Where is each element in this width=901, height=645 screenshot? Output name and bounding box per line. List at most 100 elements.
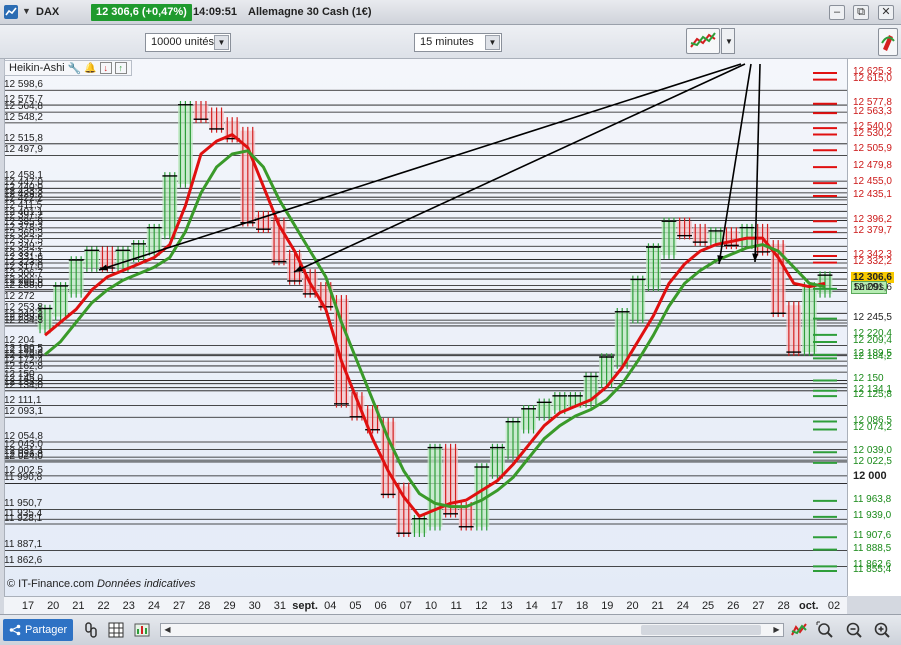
left-price-label: 11 928,1: [4, 512, 43, 524]
time-axis-label: 31: [273, 600, 286, 612]
chevron-down-icon: ▼: [725, 37, 733, 46]
right-price-label: 12 563,3: [853, 106, 892, 118]
time-axis-label: 05: [349, 600, 362, 612]
quantity-select[interactable]: 10000 unités ▼: [145, 33, 231, 52]
right-price-label: 12 184,2: [853, 351, 892, 363]
time-axis-label: 20: [47, 600, 60, 612]
chart-area[interactable]: Heikin-Ashi 🔧 🔔 ↓ ↑ 12 598,6 12 575,7 12 5…: [0, 59, 901, 596]
time-axis-label: 29: [223, 600, 236, 612]
move-down-icon[interactable]: ↓: [99, 62, 112, 74]
right-price-label: 11 963,8: [853, 493, 892, 505]
restore-button[interactable]: ⧉: [853, 5, 869, 20]
zoom-in-icon[interactable]: [873, 621, 891, 639]
link-icon[interactable]: [82, 621, 100, 639]
annotation-arrow: [293, 63, 746, 273]
right-price-label: 12 435,1: [853, 189, 892, 201]
price-change-badge: 12 306,6 (+0,47%): [91, 4, 192, 21]
chart-settings-icon[interactable]: [133, 621, 151, 639]
left-price-label: 12 134,0: [4, 379, 43, 391]
time-axis[interactable]: 17 20 21 22 23 24 27 28 29 30 31 sept. 04 05 06 07 10 11 1…: [4, 596, 847, 614]
time-axis-label: sept.: [292, 600, 318, 612]
left-price-label: 11 862,6: [4, 555, 43, 567]
right-price-label: 12 074,2: [853, 422, 892, 434]
left-price-label: 12 564,8: [4, 101, 43, 113]
time-axis-label: 26: [727, 600, 740, 612]
time-axis-label: 30: [248, 600, 261, 612]
time-axis-label: 06: [374, 600, 387, 612]
app-logo-icon[interactable]: [4, 5, 18, 19]
right-price-label: 12 039,0: [853, 445, 892, 457]
title-bar: ▼ DAX 12 306,6 (+0,47%) 14:09:51 Allemag…: [0, 0, 901, 25]
right-price-label: 11 855,4: [853, 564, 892, 575]
right-price-label: 12 000: [853, 470, 887, 483]
indicator-header[interactable]: Heikin-Ashi 🔧 🔔 ↓ ↑: [4, 60, 132, 76]
instrument-name: Allemagne 30 Cash (1€): [248, 6, 372, 18]
minimize-button[interactable]: –: [829, 5, 845, 20]
clock-time: 14:09:51: [193, 6, 238, 18]
time-axis-label: 11: [450, 600, 462, 612]
time-axis-label: 04: [324, 600, 337, 612]
right-price-label: 12 379,7: [853, 224, 892, 236]
time-axis-label: 24: [676, 600, 689, 612]
right-price-label: 12 125,8: [853, 389, 892, 401]
scroll-right-icon[interactable]: ▶: [770, 624, 783, 636]
time-axis-label: 25: [701, 600, 715, 612]
left-price-label: 12 111,1: [4, 394, 42, 406]
grid-table-icon[interactable]: [107, 621, 125, 639]
left-price-label: 11 990,8: [4, 472, 43, 484]
annotation-arrowhead: [752, 253, 759, 262]
copyright-note: © IT-Finance.com Données indicatives: [7, 578, 195, 590]
zoom-out-icon[interactable]: [845, 621, 863, 639]
left-price-label: 12 288,0: [4, 280, 43, 292]
move-up-icon[interactable]: ↑: [114, 62, 127, 74]
symbol-label[interactable]: DAX: [36, 6, 59, 18]
timeframe-value: 15 minutes: [420, 36, 474, 48]
right-price-label: 11 939,0: [853, 509, 892, 521]
chevron-down-icon[interactable]: ▼: [214, 35, 229, 50]
indicator-label: Heikin-Ashi: [9, 62, 65, 74]
share-icon: [9, 624, 21, 636]
tools-icon: [881, 35, 895, 51]
indicator-toggle-icon[interactable]: [790, 621, 808, 639]
close-button[interactable]: ✕: [878, 5, 894, 20]
scrollbar-thumb[interactable]: [641, 625, 761, 635]
right-price-label: 12 479,8: [853, 160, 892, 172]
chevron-down-icon[interactable]: ▼: [485, 35, 500, 50]
quantity-value: 10000 unités: [151, 36, 214, 48]
time-axis-label: 22: [97, 600, 110, 612]
right-price-label: 12 209,4: [853, 335, 892, 347]
timeframe-select[interactable]: 15 minutes ▼: [414, 33, 502, 52]
time-axis-label: 21: [72, 600, 85, 612]
wrench-icon[interactable]: 🔧: [68, 62, 82, 75]
copyright-disclaimer: Données indicatives: [97, 578, 196, 590]
copyright-source: © IT-Finance.com: [7, 578, 94, 590]
time-axis-label: 12: [475, 600, 488, 612]
indicators-dropdown[interactable]: ▼: [721, 28, 735, 54]
zoom-fit-icon[interactable]: [816, 621, 834, 639]
bell-icon[interactable]: 🔔: [84, 63, 96, 74]
time-axis-label: oct.: [799, 600, 819, 612]
candlestick-chart[interactable]: [5, 59, 848, 596]
time-axis-label: 28: [777, 600, 790, 612]
chart-toolbar: 10000 unités ▼ 15 minutes ▼ ▼: [0, 25, 901, 59]
time-axis-label: 14: [525, 600, 538, 612]
right-price-label: 12 396,2: [853, 214, 892, 226]
chart-scrollbar[interactable]: ◀ ▶: [160, 623, 784, 637]
menu-caret-icon[interactable]: ▼: [22, 6, 31, 16]
scroll-left-icon[interactable]: ◀: [161, 624, 174, 636]
annotation-arrow: [98, 63, 742, 271]
chart-plot[interactable]: [4, 59, 848, 596]
price-axis[interactable]: 12 625,3 12 615,0 12 577,8 12 563,3 12 540,0…: [847, 59, 901, 596]
left-price-label: 12 272: [4, 290, 35, 302]
time-axis-label: 27: [173, 600, 186, 612]
chart-indicators-icon: [690, 32, 716, 48]
tool-panel-button[interactable]: [878, 28, 898, 56]
left-price-label: 11 887,1: [4, 539, 43, 551]
indicators-button[interactable]: [686, 28, 720, 54]
left-price-label: 12 515,8: [4, 132, 43, 144]
right-price-label: 12 332,2: [853, 255, 892, 267]
time-axis-label: 28: [198, 600, 211, 612]
right-price-label: 12 455,0: [853, 176, 892, 188]
time-axis-label: 18: [576, 600, 589, 612]
share-button[interactable]: Partager: [3, 619, 73, 641]
